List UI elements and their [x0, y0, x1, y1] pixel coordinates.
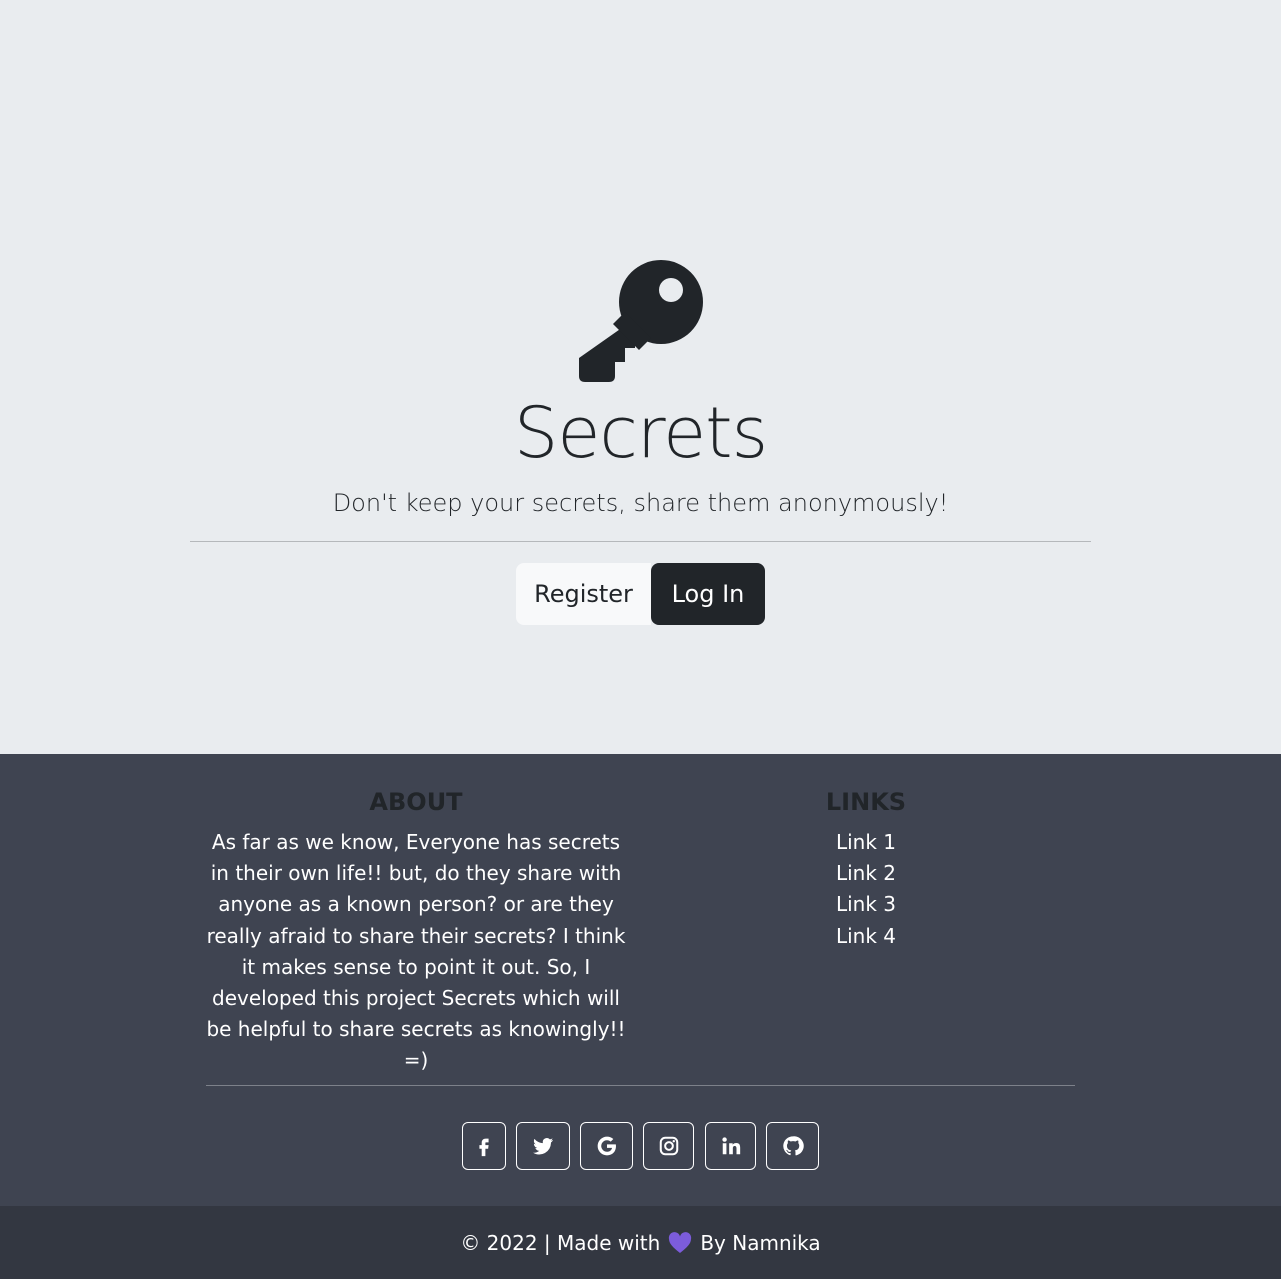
about-text: As far as we know, Everyone has secrets … — [206, 830, 626, 1073]
links-list: Link 1 Link 2 Link 3 Link 4 — [706, 827, 1026, 952]
author-text: By Namnika — [700, 1230, 821, 1255]
hero-section: Secrets Don't keep your secrets, share t… — [0, 0, 1281, 754]
list-item: Link 1 — [706, 827, 1026, 858]
linkedin-icon — [721, 1137, 740, 1155]
facebook-icon — [479, 1138, 489, 1157]
footer-link-1[interactable]: Link 1 — [836, 830, 896, 854]
list-item: Link 4 — [706, 921, 1026, 952]
github-button[interactable] — [766, 1122, 819, 1170]
twitter-button[interactable] — [516, 1122, 570, 1170]
auth-button-group: Register Log In — [516, 563, 765, 625]
instagram-button[interactable] — [643, 1122, 694, 1170]
google-button[interactable] — [580, 1122, 633, 1170]
copyright-text: © 2022 | Made with — [460, 1230, 661, 1255]
github-icon — [782, 1136, 804, 1156]
facebook-button[interactable] — [462, 1122, 506, 1170]
copyright-bar: © 2022 | Made with By Namnika — [0, 1206, 1281, 1279]
twitter-icon — [532, 1138, 554, 1155]
footer-link-2[interactable]: Link 2 — [836, 861, 896, 885]
hero-divider — [190, 541, 1091, 542]
instagram-icon — [659, 1136, 678, 1156]
google-icon — [597, 1136, 616, 1156]
links-heading: LINKS — [825, 788, 907, 816]
key-icon — [579, 260, 703, 382]
footer — [0, 754, 1281, 1207]
footer-link-3[interactable]: Link 3 — [836, 892, 896, 916]
page-title: Secrets — [513, 392, 768, 474]
linkedin-button[interactable] — [705, 1122, 756, 1170]
register-button[interactable]: Register — [516, 563, 651, 625]
list-item: Link 3 — [706, 889, 1026, 920]
heart-icon — [669, 1231, 692, 1253]
tagline: Don't keep your secrets, share them anon… — [332, 489, 949, 517]
footer-link-4[interactable]: Link 4 — [836, 924, 896, 948]
footer-divider — [206, 1085, 1075, 1086]
about-heading: ABOUT — [369, 788, 463, 816]
list-item: Link 2 — [706, 858, 1026, 889]
login-button[interactable]: Log In — [651, 563, 765, 625]
